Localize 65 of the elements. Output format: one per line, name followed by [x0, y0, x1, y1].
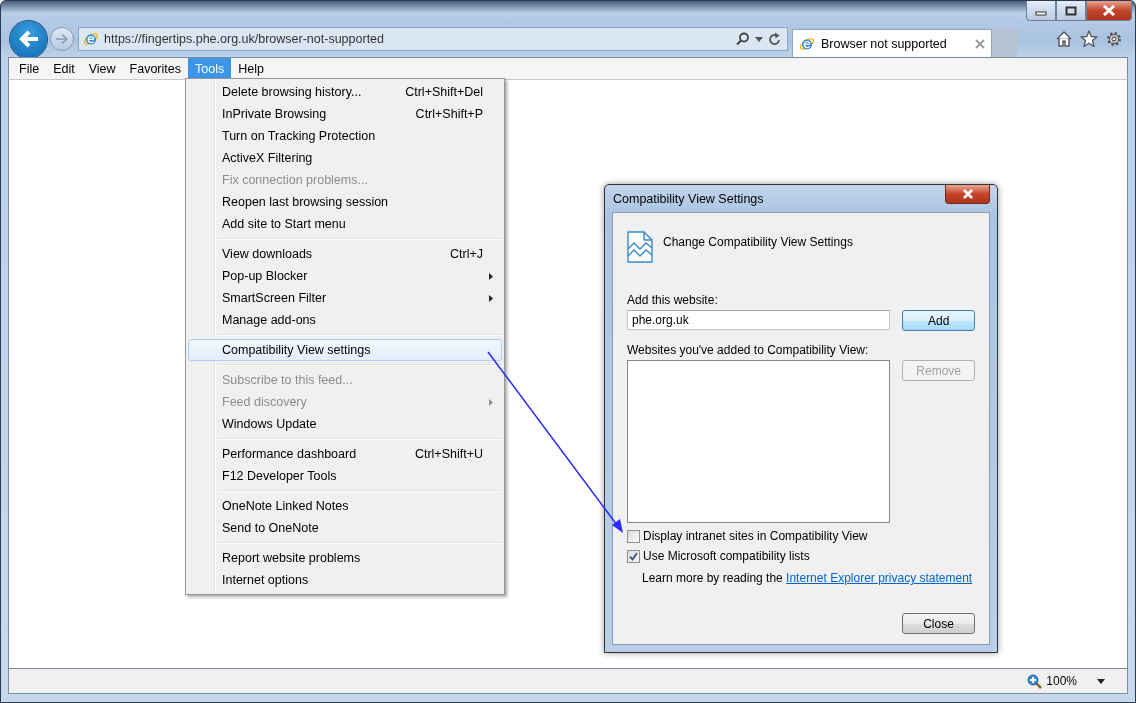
website-input-field[interactable]: phe.org.uk	[627, 310, 891, 330]
tab-title: Browser not supported	[821, 36, 948, 51]
checkbox[interactable]	[627, 549, 640, 563]
menu-item[interactable]: Performance dashboard Ctrl+Shift+U	[188, 443, 502, 465]
add-button[interactable]: Add	[902, 310, 975, 331]
zoom-icon[interactable]	[1027, 673, 1043, 689]
menu-item[interactable]: Windows Update	[188, 413, 502, 435]
refresh-icon[interactable]	[768, 32, 781, 46]
menu-item[interactable]: Report website problems	[188, 547, 502, 569]
menu-item[interactable]: Pop-up Blocker	[188, 265, 502, 287]
menu-bar-item[interactable]: Favorites	[122, 58, 188, 79]
menu-item[interactable]: Internet options	[188, 569, 502, 591]
close-button[interactable]	[945, 184, 990, 204]
menu-item[interactable]: Add site to Start menu	[188, 213, 502, 235]
list-label: Websites you've added to Compatibility View:	[627, 343, 870, 357]
close-icon[interactable]	[975, 38, 985, 49]
browser-logo-icon	[799, 35, 815, 52]
document-icon	[627, 231, 653, 263]
back-button[interactable]	[10, 20, 47, 58]
close-icon	[1102, 5, 1116, 16]
search-icon[interactable]	[736, 32, 750, 46]
menu-item[interactable]: Reopen last browsing session	[188, 191, 502, 213]
checkbox-label[interactable]: Display intranet sites in Compatibility View	[643, 529, 868, 543]
dropdown-caret-icon[interactable]	[1097, 678, 1105, 684]
checkbox-label[interactable]: Use Microsoft compatibility lists	[643, 549, 810, 563]
menu-item[interactable]: Turn on Tracking Protection	[188, 125, 502, 147]
maximize-icon	[1065, 5, 1077, 16]
star-icon[interactable]	[1080, 30, 1098, 48]
back-arrow-icon	[17, 29, 40, 49]
menu-bar-item[interactable]: Edit	[46, 58, 82, 79]
menu-item[interactable]: Manage add-ons	[188, 309, 502, 331]
dialog-title: Compatibility View Settings	[612, 191, 764, 206]
menu-item[interactable]: Compatibility View settings	[188, 339, 502, 361]
menu-item[interactable]: Delete browsing history... Ctrl+Shift+Del	[188, 81, 502, 103]
close-dialog-button[interactable]: Close	[902, 613, 975, 634]
home-icon[interactable]	[1055, 30, 1073, 48]
checkbox[interactable]	[627, 529, 640, 543]
menu-item[interactable]: ActiveX Filtering	[188, 147, 502, 169]
submenu-arrow-icon	[489, 273, 493, 280]
browser-logo-icon	[83, 31, 99, 47]
dropdown-caret-icon[interactable]	[755, 36, 763, 42]
forward-arrow-icon	[55, 33, 69, 45]
menu-item[interactable]: InPrivate Browsing Ctrl+Shift+P	[188, 103, 502, 125]
address-bar[interactable]: https://fingertips.phe.org.uk/browser-not-supported	[78, 27, 788, 51]
zoom-level[interactable]: 100%	[1046, 674, 1077, 688]
url-text: https://fingertips.phe.org.uk/browser-not-supported	[104, 32, 385, 46]
field-label: Add this website:	[627, 293, 719, 307]
submenu-arrow-icon	[489, 399, 493, 406]
menu-bar-item[interactable]: View	[81, 58, 123, 79]
close-icon	[961, 188, 974, 199]
menu-item[interactable]: F12 Developer Tools	[188, 465, 502, 487]
menu-item[interactable]: SmartScreen Filter	[188, 287, 502, 309]
menu-bar-item[interactable]: File	[12, 58, 47, 79]
browser-tab[interactable]: Browser not supported	[792, 29, 992, 57]
settings-icon[interactable]	[1105, 30, 1123, 48]
maximize-button[interactable]	[1056, 1, 1086, 21]
menu-bar-item[interactable]: Help	[231, 58, 271, 79]
submenu-arrow-icon	[489, 295, 493, 302]
dialog-heading: Change Compatibility View Settings	[663, 235, 853, 249]
menu-item[interactable]: OneNote Linked Notes	[188, 495, 502, 517]
menu-item[interactable]: View downloads Ctrl+J	[188, 243, 502, 265]
close-button[interactable]	[1086, 1, 1132, 21]
menu-item[interactable]: Send to OneNote	[188, 517, 502, 539]
privacy-link[interactable]: Internet Explorer privacy statement	[786, 571, 973, 585]
info-text: Learn more by reading the Internet Explorer privacy statement	[642, 571, 974, 585]
